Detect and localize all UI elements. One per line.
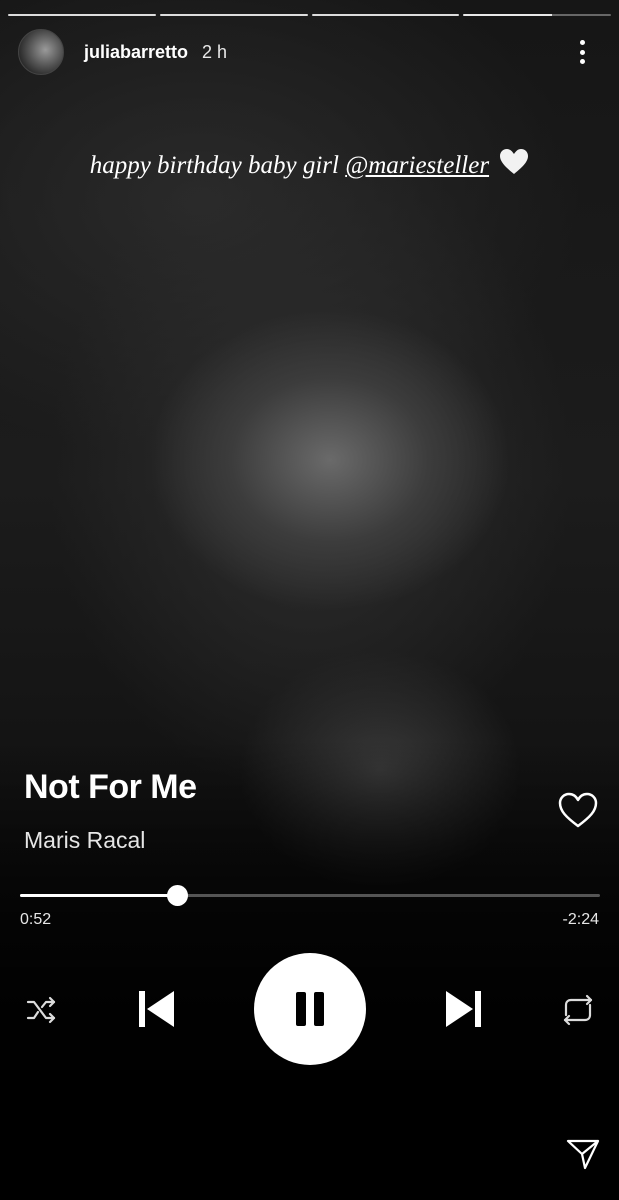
caption-mention[interactable]: @mariesteller bbox=[345, 152, 489, 179]
send-icon[interactable] bbox=[563, 1134, 603, 1174]
next-icon[interactable] bbox=[440, 985, 488, 1033]
caption-text: happy birthday baby girl bbox=[89, 152, 339, 179]
more-options-icon[interactable] bbox=[576, 36, 588, 68]
track-title: Not For Me bbox=[24, 768, 197, 806]
username[interactable]: juliabarretto bbox=[84, 42, 188, 63]
story-caption: happy birthday baby girl @mariesteller bbox=[0, 148, 619, 183]
seek-bar-thumb[interactable] bbox=[166, 885, 188, 906]
repeat-icon[interactable] bbox=[556, 990, 600, 1030]
artist-name[interactable]: Maris Racal bbox=[24, 827, 145, 854]
remaining-time: -2:24 bbox=[562, 911, 599, 928]
heart-icon[interactable] bbox=[558, 792, 598, 830]
story-progress-segment bbox=[311, 14, 460, 16]
story-header: juliabarretto 2 h bbox=[18, 29, 608, 75]
story-progress-segment bbox=[159, 14, 308, 16]
previous-icon[interactable] bbox=[132, 985, 180, 1033]
avatar[interactable] bbox=[18, 29, 64, 75]
shuffle-icon[interactable] bbox=[22, 990, 62, 1030]
post-time: 2 h bbox=[202, 41, 228, 62]
pause-icon[interactable] bbox=[254, 953, 366, 1065]
elapsed-time: 0:52 bbox=[20, 911, 52, 928]
story-progress-segment bbox=[8, 14, 156, 16]
story-progress-bar bbox=[8, 14, 611, 16]
seek-bar[interactable] bbox=[20, 885, 600, 906]
white-heart-icon bbox=[499, 148, 529, 183]
seek-bar-fill bbox=[20, 894, 177, 897]
story-progress-segment bbox=[463, 14, 611, 16]
